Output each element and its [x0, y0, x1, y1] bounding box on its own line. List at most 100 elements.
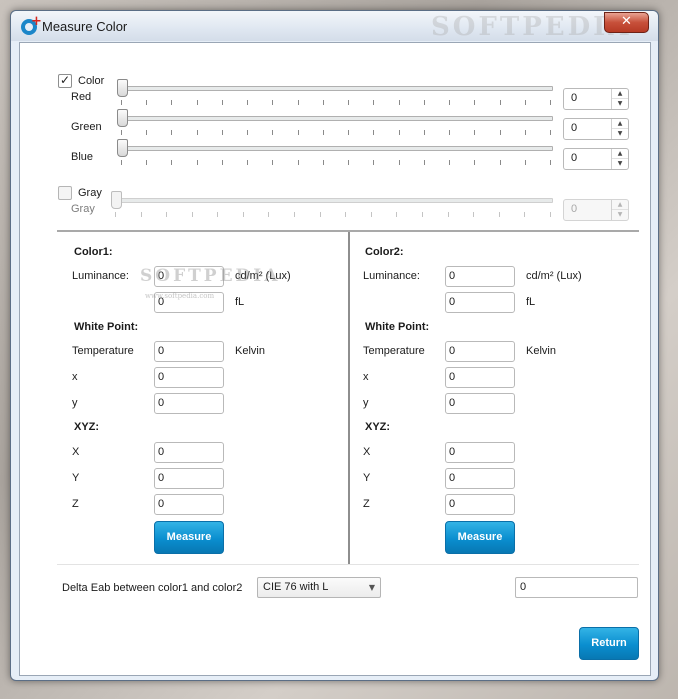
color2-luminance-value[interactable]: 0	[449, 270, 455, 282]
gray-checkbox[interactable]	[58, 186, 72, 200]
color2-white-point-label: White Point:	[365, 321, 430, 333]
color1-luminance-field[interactable]: 0	[154, 266, 224, 287]
slider-tick	[322, 160, 324, 165]
color1-Y-label: Y	[72, 472, 80, 484]
color1-fl-unit: fL	[235, 296, 245, 308]
green-slider-thumb[interactable]	[117, 109, 128, 127]
color1-X-value[interactable]: 0	[158, 446, 164, 458]
color1-temperature-field[interactable]: 0	[154, 341, 224, 362]
slider-tick	[524, 160, 526, 165]
color2-y-value[interactable]: 0	[449, 397, 455, 409]
blue-spin-arrows[interactable]: ▲ ▼	[611, 149, 628, 169]
blue-value[interactable]: 0	[571, 152, 577, 164]
color1-white-point-label: White Point:	[74, 321, 139, 333]
blue-spinbox[interactable]: 0 ▲ ▼	[563, 148, 629, 170]
slider-tick	[549, 100, 551, 105]
gray-spin-arrows[interactable]: ▲ ▼	[611, 200, 628, 220]
spin-up-icon[interactable]: ▲	[612, 149, 628, 159]
slider-tick	[297, 130, 299, 135]
color1-luminance-unit: cd/m² (Lux)	[235, 270, 291, 282]
slider-tick	[121, 160, 122, 165]
red-spinbox[interactable]: 0 ▲ ▼	[563, 88, 629, 110]
spin-up-icon[interactable]: ▲	[612, 119, 628, 129]
close-button[interactable]: ✕	[604, 12, 649, 33]
color1-measure-button[interactable]: Measure	[154, 521, 224, 554]
color1-temperature-label: Temperature	[72, 345, 134, 357]
green-slider-track[interactable]	[121, 116, 553, 121]
gray-spinbox[interactable]: 0 ▲ ▼	[563, 199, 629, 221]
color1-fl-field[interactable]: 0	[154, 292, 224, 313]
color2-X-label: X	[363, 446, 371, 458]
color2-luminance-label: Luminance:	[363, 270, 420, 282]
color2-measure-button[interactable]: Measure	[445, 521, 515, 554]
color1-Y-value[interactable]: 0	[158, 472, 164, 484]
color1-temperature-value[interactable]: 0	[158, 345, 164, 357]
slider-tick	[140, 212, 142, 217]
slider-tick	[121, 130, 122, 135]
spin-up-icon[interactable]: ▲	[612, 89, 628, 99]
color1-Z-field[interactable]: 0	[154, 494, 224, 515]
client-area: ✓ Color Red 0 ▲ ▼ Green 0 ▲ ▼ Blue 0 ▲ ▼…	[19, 42, 651, 676]
delta-method-dropdown[interactable]: CIE 76 with L ▼	[257, 577, 381, 598]
delta-result-value[interactable]: 0	[520, 581, 526, 593]
color1-x-field[interactable]: 0	[154, 367, 224, 388]
spin-up-icon[interactable]: ▲	[612, 200, 628, 210]
spin-down-icon[interactable]: ▼	[612, 159, 628, 169]
color1-x-value[interactable]: 0	[158, 371, 164, 383]
chevron-down-icon[interactable]: ▼	[364, 578, 380, 597]
color2-Z-field[interactable]: 0	[445, 494, 515, 515]
spin-down-icon[interactable]: ▼	[612, 99, 628, 109]
red-spin-arrows[interactable]: ▲ ▼	[611, 89, 628, 109]
slider-tick	[242, 212, 244, 217]
slider-tick	[171, 160, 173, 165]
color2-Z-value[interactable]: 0	[449, 498, 455, 510]
color1-Z-value[interactable]: 0	[158, 498, 164, 510]
color2-temperature-value[interactable]: 0	[449, 345, 455, 357]
color2-fl-unit: fL	[526, 296, 536, 308]
gray-slider-ticks	[115, 212, 551, 217]
delta-result-field[interactable]: 0	[515, 577, 638, 598]
color2-fl-field[interactable]: 0	[445, 292, 515, 313]
color2-X-value[interactable]: 0	[449, 446, 455, 458]
color1-X-field[interactable]: 0	[154, 442, 224, 463]
gray-slider-thumb[interactable]	[111, 191, 122, 209]
return-button[interactable]: Return	[579, 627, 639, 660]
color1-y-field[interactable]: 0	[154, 393, 224, 414]
delta-method-selected[interactable]: CIE 76 with L	[263, 581, 328, 593]
color-checkbox[interactable]: ✓	[58, 74, 72, 88]
red-slider-track[interactable]	[121, 86, 553, 91]
slider-tick	[297, 160, 299, 165]
spin-down-icon[interactable]: ▼	[612, 129, 628, 139]
red-slider-thumb[interactable]	[117, 79, 128, 97]
slider-tick	[549, 212, 551, 217]
color2-luminance-field[interactable]: 0	[445, 266, 515, 287]
slider-tick	[294, 212, 296, 217]
color1-fl-value[interactable]: 0	[158, 296, 164, 308]
red-value[interactable]: 0	[571, 92, 577, 104]
color1-luminance-value[interactable]: 0	[158, 270, 164, 282]
color2-X-field[interactable]: 0	[445, 442, 515, 463]
color2-x-field[interactable]: 0	[445, 367, 515, 388]
slider-tick	[498, 212, 500, 217]
color2-temperature-field[interactable]: 0	[445, 341, 515, 362]
color2-fl-value[interactable]: 0	[449, 296, 455, 308]
color2-Y-field[interactable]: 0	[445, 468, 515, 489]
color1-y-value[interactable]: 0	[158, 397, 164, 409]
blue-slider-track[interactable]	[121, 146, 553, 151]
window-title: Measure Color	[42, 19, 128, 34]
slider-tick	[146, 160, 148, 165]
vertical-separator	[348, 232, 350, 564]
green-value[interactable]: 0	[571, 122, 577, 134]
gray-slider-track[interactable]	[115, 198, 553, 203]
color1-Y-field[interactable]: 0	[154, 468, 224, 489]
color2-y-field[interactable]: 0	[445, 393, 515, 414]
gray-value[interactable]: 0	[571, 203, 577, 215]
color2-x-value[interactable]: 0	[449, 371, 455, 383]
slider-tick	[348, 160, 350, 165]
spin-down-icon[interactable]: ▼	[612, 210, 628, 220]
green-spinbox[interactable]: 0 ▲ ▼	[563, 118, 629, 140]
green-spin-arrows[interactable]: ▲ ▼	[611, 119, 628, 139]
blue-slider-thumb[interactable]	[117, 139, 128, 157]
slider-tick	[348, 100, 350, 105]
color2-Y-value[interactable]: 0	[449, 472, 455, 484]
